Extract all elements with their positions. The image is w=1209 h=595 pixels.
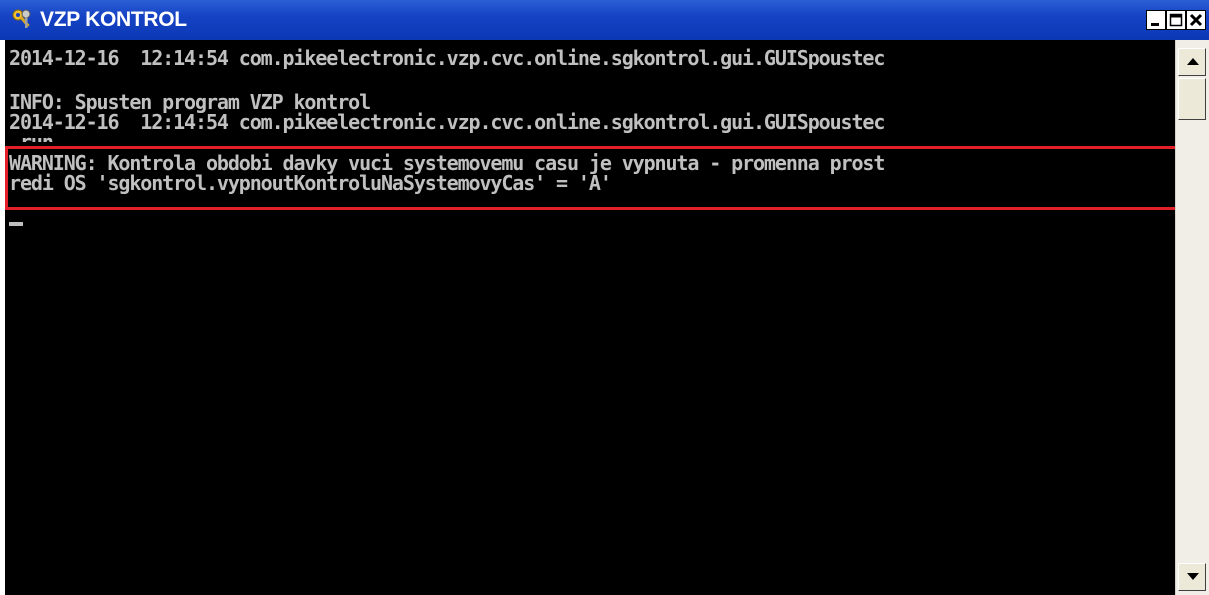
scroll-thumb[interactable] xyxy=(1178,78,1206,120)
maximize-icon xyxy=(1169,13,1183,27)
maximize-button[interactable] xyxy=(1166,10,1186,30)
warning-line: redi OS 'sgkontrol.vypnoutKontroluNaSyst… xyxy=(9,171,612,195)
scroll-up-button[interactable] xyxy=(1178,48,1206,76)
title-bar[interactable]: VZP KONTROL xyxy=(0,0,1209,40)
console-line: 2014-12-16 12:14:54 com.pikeelectronic.v… xyxy=(9,110,885,134)
vertical-scrollbar[interactable] xyxy=(1175,40,1209,595)
close-button[interactable] xyxy=(1186,10,1206,30)
console-window: VZP KONTROL 2014-12-16 12:14:54 com.pike… xyxy=(0,0,1209,595)
text-cursor xyxy=(9,222,23,226)
scroll-down-button[interactable] xyxy=(1178,563,1206,591)
console-output[interactable]: 2014-12-16 12:14:54 com.pikeelectronic.v… xyxy=(5,40,1175,595)
minimize-button[interactable] xyxy=(1146,10,1166,30)
console-line: 2014-12-16 12:14:54 com.pikeelectronic.v… xyxy=(9,46,885,70)
console-line: INFO: Spusten program VZP kontrol xyxy=(9,90,371,114)
minimize-icon xyxy=(1151,23,1159,26)
arrow-up-icon xyxy=(1187,58,1199,65)
arrow-down-icon xyxy=(1187,573,1199,580)
keys-icon xyxy=(12,9,31,28)
window-title: VZP KONTROL xyxy=(40,8,187,31)
console-line: run xyxy=(9,132,53,142)
close-icon xyxy=(1189,13,1203,27)
warning-line: WARNING: Kontrola obdobi davky vuci syst… xyxy=(9,151,885,175)
